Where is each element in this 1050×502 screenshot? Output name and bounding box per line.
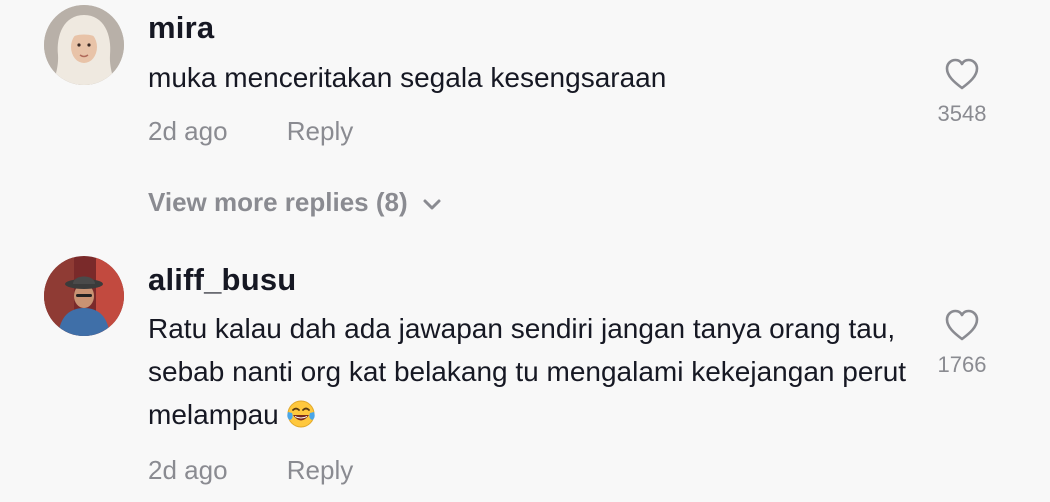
comment-text-body: Ratu kalau dah ada jawapan sendiri janga… — [148, 313, 907, 430]
comment-text: Ratu kalau dah ada jawapan sendiri janga… — [148, 307, 918, 436]
face-with-tears-of-joy-icon — [287, 400, 315, 428]
like-count: 3548 — [937, 101, 987, 126]
view-more-replies-label: View more replies (8) — [148, 187, 408, 217]
comment-item: mira muka menceritakan segala kesengsara… — [0, 0, 1050, 170]
heart-icon — [945, 309, 979, 341]
like-count: 1766 — [937, 352, 987, 377]
reply-button[interactable]: Reply — [287, 455, 353, 485]
heart-icon — [945, 58, 979, 90]
avatar[interactable] — [44, 5, 124, 85]
chevron-down-icon — [423, 199, 441, 209]
reply-button[interactable]: Reply — [287, 116, 353, 146]
comment-username[interactable]: mira — [148, 10, 214, 46]
comment-meta: 2d ago Reply — [148, 455, 353, 486]
comment-text: muka menceritakan segala kesengsaraan — [148, 62, 667, 93]
comment-timestamp: 2d ago — [148, 455, 228, 485]
comment-item: aliff_busu Ratu kalau dah ada jawapan se… — [0, 250, 1050, 502]
comment-username[interactable]: aliff_busu — [148, 262, 296, 298]
comment-timestamp: 2d ago — [148, 116, 228, 146]
comment-meta: 2d ago Reply — [148, 116, 353, 147]
like-button[interactable]: 3548 — [922, 57, 1002, 127]
user-avatar-hat-icon — [44, 256, 124, 336]
avatar[interactable] — [44, 256, 124, 336]
like-button[interactable]: 1766 — [922, 308, 1002, 378]
view-more-replies-button[interactable]: View more replies (8) — [148, 187, 442, 218]
user-avatar-hijab-icon — [44, 5, 124, 85]
